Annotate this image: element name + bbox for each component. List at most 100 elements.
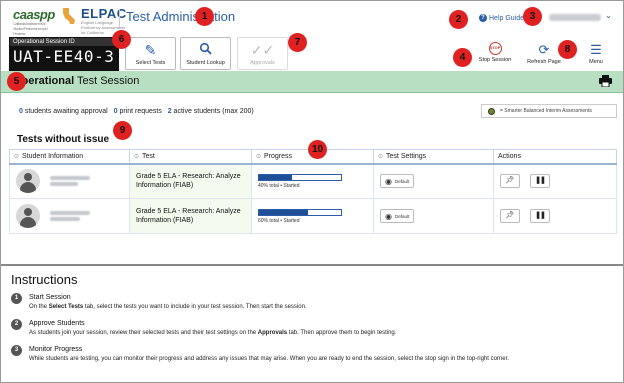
tests-table: ⊙ Student Information ⊙ Test ⊙ Progress ⊙ Te… bbox=[9, 149, 617, 234]
column-header-label: Progress bbox=[264, 152, 293, 160]
callout-marker: 8 bbox=[558, 40, 577, 59]
caaspp-logo: caaspp California Assessment of Student … bbox=[13, 7, 55, 36]
progress-bar-fill bbox=[259, 174, 292, 180]
hamburger-menu-icon: ☰ bbox=[590, 42, 602, 57]
select-tests-button[interactable]: ✎ Select Tests bbox=[125, 37, 176, 70]
step-description: While students are testing, you can moni… bbox=[29, 356, 619, 362]
pin-icon: ⊙ bbox=[378, 153, 384, 160]
pin-icon: ⊙ bbox=[134, 153, 140, 160]
menu-button[interactable]: ☰ Menu bbox=[570, 37, 622, 70]
legend-text: = Smarter Balanced Interim Assessments bbox=[500, 108, 592, 114]
chevron-down-icon[interactable]: ⌄ bbox=[605, 11, 612, 20]
menu-label: Menu bbox=[589, 59, 603, 65]
callout-marker: 5 bbox=[7, 72, 26, 91]
progress-cell: 40% total • Started bbox=[251, 163, 374, 199]
column-header-label: Test Settings bbox=[386, 152, 427, 160]
progress-bar bbox=[258, 208, 342, 216]
session-id-value: UAT-EE40-3 bbox=[13, 47, 115, 66]
pushpin-icon: 📌︎ bbox=[505, 177, 515, 185]
step-text: As students join your session, review th… bbox=[29, 330, 258, 336]
student-lookup-label: Student Lookup bbox=[186, 60, 225, 66]
step-text-bold: Approvals bbox=[257, 330, 288, 336]
approvals-button[interactable]: ✓✓ Approvals bbox=[237, 37, 288, 70]
actions-cell: 📌︎ ❚❚ bbox=[493, 163, 617, 199]
column-header-label: Actions bbox=[498, 152, 521, 160]
instructions-title: Instructions bbox=[11, 272, 78, 287]
step-number: 1 bbox=[11, 293, 22, 304]
pin-icon: ⊙ bbox=[14, 153, 20, 160]
callout-marker: 4 bbox=[453, 48, 472, 67]
step-text: While students are testing, you can moni… bbox=[29, 356, 509, 362]
step-description: As students join your session, review th… bbox=[29, 330, 619, 336]
callout-marker: 10 bbox=[308, 140, 327, 159]
user-name-redacted[interactable] bbox=[549, 14, 601, 21]
select-tests-label: Select Tests bbox=[135, 60, 166, 66]
column-header-test[interactable]: ⊙ Test bbox=[129, 149, 252, 165]
pin-student-button[interactable]: 📌︎ bbox=[500, 174, 520, 189]
help-guide-link[interactable]: ? Help Guide bbox=[479, 14, 524, 22]
test-cell: Grade 5 ELA - Research: Analyze Informat… bbox=[129, 198, 252, 234]
view-settings-button[interactable]: ◉ Default bbox=[380, 174, 415, 189]
pause-button[interactable]: ❚❚ bbox=[529, 174, 550, 189]
stop-session-label: Stop Session bbox=[478, 57, 512, 63]
student-name-redacted bbox=[49, 209, 90, 223]
progress-cell: 60% total • Started bbox=[251, 198, 374, 234]
avatar bbox=[16, 169, 40, 194]
student-name-redacted bbox=[49, 174, 90, 188]
session-stats: 0 students awaiting approval 0 print req… bbox=[19, 108, 254, 115]
app-title: Test Administration bbox=[119, 9, 235, 29]
search-icon bbox=[181, 42, 230, 58]
pin-icon: ⊙ bbox=[256, 153, 262, 160]
refresh-page-label: Refresh Page bbox=[527, 59, 561, 65]
column-header-actions: Actions bbox=[493, 149, 617, 165]
session-id-box: Operational Session ID UAT-EE40-3 bbox=[9, 37, 119, 71]
stop-session-button[interactable]: STOP Stop Session bbox=[469, 37, 521, 70]
pin-student-button[interactable]: 📌︎ bbox=[500, 209, 520, 223]
step-heading: Monitor Progress bbox=[29, 346, 83, 353]
column-header-student[interactable]: ⊙ Student Information bbox=[9, 149, 130, 165]
student-lookup-button[interactable]: Student Lookup bbox=[180, 37, 231, 70]
pause-icon: ❚❚ bbox=[535, 177, 546, 185]
caaspp-logo-text: caaspp bbox=[13, 7, 55, 22]
eye-icon: ◉ bbox=[385, 211, 392, 221]
step-text: tab, select the tests you want to includ… bbox=[83, 304, 307, 310]
step-number: 3 bbox=[11, 345, 22, 356]
section-title: Tests without issue bbox=[17, 134, 110, 145]
settings-label: Default bbox=[394, 213, 410, 219]
pause-button[interactable]: ❚❚ bbox=[529, 209, 550, 223]
callout-marker: 7 bbox=[288, 33, 307, 52]
session-type-suffix: Test Session bbox=[74, 75, 140, 87]
callout-marker: 9 bbox=[113, 121, 132, 140]
settings-cell: ◉ Default bbox=[373, 163, 494, 199]
stop-sign-icon: STOP bbox=[488, 42, 502, 55]
step-text: tab. Then approve them to begin testing. bbox=[287, 330, 397, 336]
column-header-settings[interactable]: ⊙ Test Settings bbox=[373, 149, 494, 165]
callout-marker: 3 bbox=[523, 7, 542, 26]
session-type-title: Operational Test Session bbox=[13, 75, 139, 87]
step-text: On the bbox=[29, 304, 49, 310]
avatar bbox=[16, 204, 40, 228]
pushpin-icon: 📌︎ bbox=[505, 212, 515, 219]
callout-marker: 6 bbox=[112, 30, 131, 49]
step-description: On the Select Tests tab, select the test… bbox=[29, 304, 619, 310]
print-icon[interactable] bbox=[599, 75, 612, 87]
pencil-icon: ✎ bbox=[144, 42, 157, 58]
actions-cell: 📌︎ ❚❚ bbox=[493, 198, 617, 234]
session-type-banner: Operational Test Session bbox=[1, 71, 623, 93]
view-settings-button[interactable]: ◉ Default bbox=[380, 209, 415, 223]
test-cell: Grade 5 ELA - Research: Analyze Informat… bbox=[129, 163, 252, 199]
section-divider bbox=[1, 264, 623, 266]
callout-marker: 2 bbox=[449, 10, 468, 29]
step-number: 2 bbox=[11, 319, 22, 330]
caaspp-logo-subtitle: California Assessment of Student Perform… bbox=[13, 21, 48, 36]
settings-label: Default bbox=[394, 178, 410, 184]
student-cell bbox=[9, 198, 130, 234]
settings-cell: ◉ Default bbox=[373, 198, 494, 234]
help-guide-label: Help Guide bbox=[489, 14, 525, 22]
active-students-label: active students (max 200) bbox=[171, 108, 254, 115]
column-header-label: Test bbox=[142, 152, 155, 160]
step-heading: Approve Students bbox=[29, 320, 85, 327]
step-text-bold: Select Tests bbox=[48, 304, 84, 310]
interim-assessment-dot-icon bbox=[488, 108, 495, 115]
eye-icon: ◉ bbox=[385, 176, 392, 186]
